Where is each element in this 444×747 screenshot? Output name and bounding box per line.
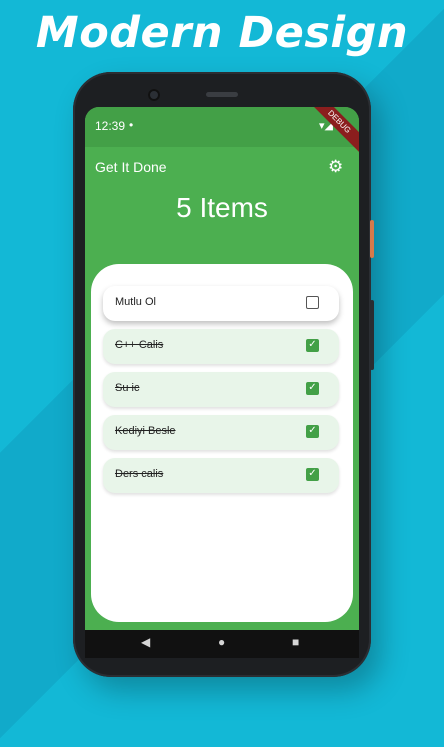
app-bar: Get It Done ⚙ [85,147,359,187]
phone-volume-button [370,300,374,370]
task-label: Mutlu Ol [115,296,156,308]
status-dot: • [129,118,134,132]
task-checkbox-checked[interactable]: ✓ [306,382,319,395]
status-bar: 12:39 • ▾◢ DEBUG [85,107,359,156]
task-item[interactable]: Mutlu Ol [103,286,339,321]
task-label: Ders calis [115,468,164,480]
items-count: 5 Items [176,192,268,223]
task-checkbox-checked[interactable]: ✓ [306,425,319,438]
task-item[interactable]: Kediyi Besle ✓ [103,415,339,450]
home-icon[interactable]: ● [218,635,225,649]
promo-headline: Modern Design [35,8,409,58]
task-label: Kediyi Besle [115,425,176,437]
recents-icon[interactable]: ■ [292,635,299,649]
task-checkbox-checked[interactable]: ✓ [306,339,319,352]
status-time: 12:39 [95,119,126,133]
task-checkbox-checked[interactable]: ✓ [306,468,319,481]
task-label: C++ Calis [115,339,164,351]
task-item[interactable]: Ders calis ✓ [103,458,339,493]
app-title: Get It Done [95,159,167,175]
app-screen: 12:39 • ▾◢ DEBUG Get It Done ⚙ 5 Items M… [85,107,359,658]
phone-power-button [370,220,374,258]
task-label: Su ic [115,382,140,394]
android-nav-bar: ◀ ● ■ [85,630,359,658]
task-checkbox[interactable] [306,296,319,309]
settings-icon[interactable]: ⚙ [328,158,343,175]
task-list-card: Mutlu Ol C++ Calis ✓ Su ic ✓ Kediyi Besl… [91,264,353,622]
front-camera [148,89,160,101]
phone-speaker [206,92,238,97]
task-item[interactable]: Su ic ✓ [103,372,339,407]
task-item[interactable]: C++ Calis ✓ [103,329,339,364]
back-icon[interactable]: ◀ [141,635,150,649]
